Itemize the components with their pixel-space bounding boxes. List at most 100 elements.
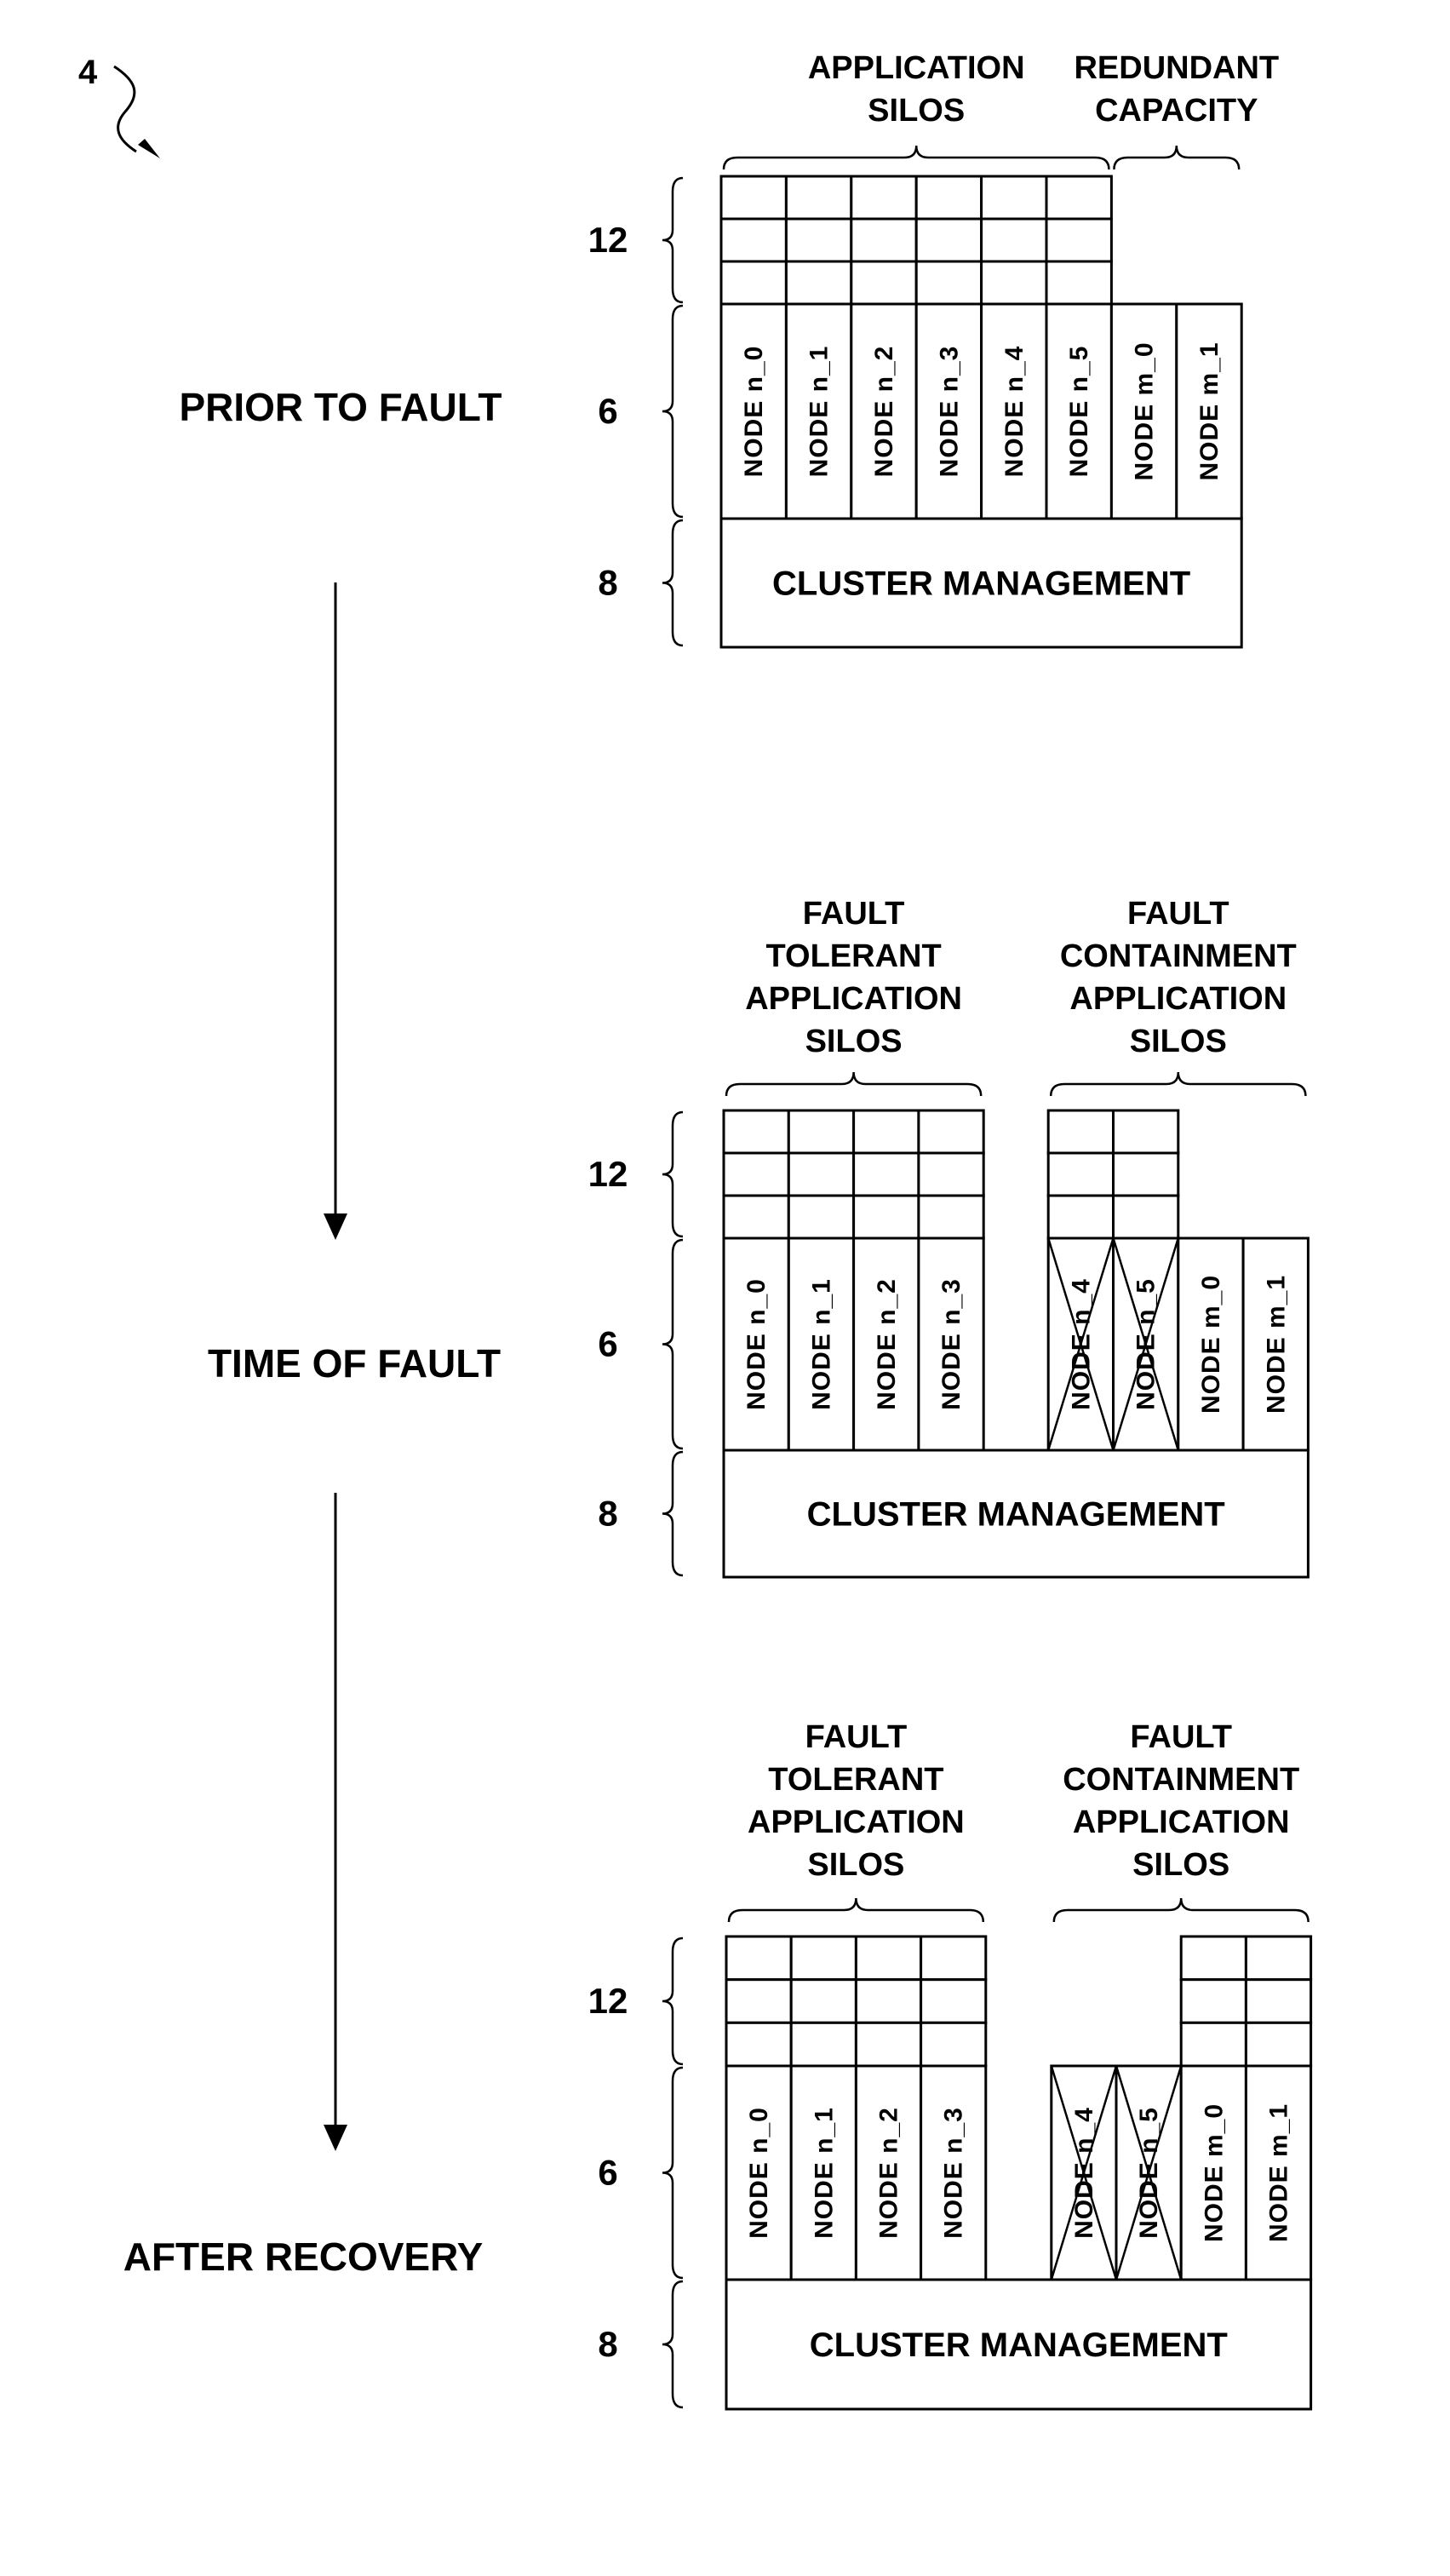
node-column: NODE m_1 — [1244, 1935, 1313, 2281]
node-layer-marker: 6 — [598, 304, 684, 519]
application-silo-cell — [784, 175, 853, 221]
application-silo-cell — [917, 1194, 985, 1240]
silo-group-label-line: APPLICATION — [748, 1804, 965, 1840]
application-silo-cell — [980, 175, 1048, 221]
layer-brace — [662, 176, 684, 304]
application-silo-cell — [914, 217, 983, 263]
node-column: NODE n_2 — [854, 1935, 923, 2281]
node-label: NODE n_2 — [875, 2107, 903, 2239]
application-silo-cell — [722, 1151, 790, 1197]
application-silo-cell — [1244, 1978, 1313, 2024]
stage-label: AFTER RECOVERY — [123, 2235, 484, 2279]
node-column: NODE n_4 — [1050, 2064, 1118, 2281]
timeline-arrow-2 — [324, 1493, 347, 2151]
application-silo-cell — [719, 260, 788, 306]
application-silo-cell — [852, 1194, 920, 1240]
cluster-layer-marker: 8 — [598, 2280, 684, 2409]
application-silo-cell — [980, 217, 1048, 263]
layer-number: 12 — [588, 220, 628, 260]
cluster-management-block: CLUSTER MANAGEMENT — [722, 1449, 1310, 1579]
layer-brace — [662, 304, 684, 519]
layer-number: 6 — [598, 2153, 617, 2193]
application-silo-cell — [1179, 1935, 1247, 1982]
application-silo-cell — [787, 1109, 856, 1155]
node-column: NODE n_3 — [914, 175, 983, 520]
layer-number: 12 — [588, 1154, 628, 1194]
node-label: NODE n_5 — [1065, 346, 1093, 478]
application-layer-marker: 12 — [588, 1936, 684, 2066]
node-column: NODE m_0 — [1179, 1935, 1247, 2281]
application-silo-cell — [1112, 1109, 1180, 1155]
reference-arrowhead — [138, 139, 160, 158]
cluster-layer-marker: 8 — [598, 1450, 684, 1577]
layer-brace — [662, 1238, 684, 1450]
reference-squiggle-arrow — [113, 65, 137, 153]
silo-group-label-line: SILOS — [1130, 1024, 1227, 1059]
silo-group-brace — [727, 1897, 985, 1923]
application-silo-cell — [725, 2021, 793, 2068]
node-column: NODE n_1 — [784, 175, 853, 520]
application-silo-cell — [914, 260, 983, 306]
node-label: NODE m_0 — [1131, 341, 1159, 480]
application-silo-cell — [1179, 1978, 1247, 2024]
application-silo-cell — [719, 175, 788, 221]
application-layer-marker: 12 — [588, 176, 684, 304]
application-silo-cell — [725, 1978, 793, 2024]
node-column: NODE n_2 — [852, 1109, 920, 1452]
node-label: NODE n_2 — [873, 1278, 901, 1410]
silo-group-label-line: TOLERANT — [768, 1762, 943, 1798]
application-silo-cell — [852, 1109, 920, 1155]
silo-group-brace — [1049, 1071, 1307, 1097]
silo-group-label-line: SILOS — [868, 93, 965, 129]
cluster-management-block: CLUSTER MANAGEMENT — [725, 2278, 1313, 2411]
node-label: NODE n_3 — [940, 2107, 968, 2239]
node-column: NODE m_1 — [1175, 302, 1243, 520]
node-column: NODE n_1 — [787, 1109, 856, 1452]
node-column: NODE n_3 — [917, 1109, 985, 1452]
layer-number: 8 — [598, 563, 617, 603]
silo-group-label-line: REDUNDANT — [1074, 50, 1279, 86]
application-layer-marker: 12 — [588, 1110, 684, 1238]
node-label: NODE n_0 — [740, 346, 768, 478]
silo-group-label-line: APPLICATION — [1073, 1804, 1290, 1840]
node-column: NODE m_0 — [1109, 302, 1178, 520]
application-silo-cell — [789, 1978, 857, 2024]
node-column: NODE n_5 — [1045, 175, 1113, 520]
application-silo-cell — [850, 217, 918, 263]
node-label: NODE n_0 — [742, 1278, 771, 1410]
layer-number: 12 — [588, 1981, 628, 2021]
application-silo-cell — [1046, 1109, 1115, 1155]
layer-brace — [662, 2066, 684, 2280]
application-silo-cell — [850, 175, 918, 221]
layer-number: 6 — [598, 1324, 617, 1364]
silo-group-label-line: CONTAINMENT — [1063, 1762, 1299, 1798]
application-silo-cell — [980, 260, 1048, 306]
silo-group-label-line: FAULT — [803, 896, 905, 932]
silo-group-brace — [1113, 145, 1241, 170]
application-silo-cell — [1112, 1194, 1180, 1240]
silo-group-label-line: CONTAINMENT — [1060, 938, 1297, 974]
application-silo-cell — [1045, 217, 1113, 263]
application-silo-cell — [784, 260, 853, 306]
silo-group-label-line: CAPACITY — [1095, 93, 1258, 129]
silo-group-label-line: SILOS — [807, 1847, 904, 1883]
layer-brace — [662, 519, 684, 647]
application-silo-cell — [1045, 175, 1113, 221]
application-silo-cell — [1046, 1151, 1115, 1197]
silo-group-label-line: SILOS — [1132, 1847, 1229, 1883]
silo-group-label-line: FAULT — [1127, 896, 1229, 932]
application-silo-cell — [1244, 2021, 1313, 2068]
cluster-management-label: CLUSTER MANAGEMENT — [807, 1496, 1225, 1534]
node-label: NODE m_1 — [1262, 1275, 1290, 1414]
application-silo-cell — [1046, 1194, 1115, 1240]
application-silo-cell — [1244, 1935, 1313, 1982]
silo-group-label-line: APPLICATION — [808, 50, 1025, 86]
node-column: NODE n_5 — [1112, 1109, 1180, 1452]
application-silo-cell — [854, 1978, 923, 2024]
application-silo-cell — [852, 1151, 920, 1197]
layer-brace — [662, 1450, 684, 1577]
application-silo-cell — [784, 217, 853, 263]
silo-group-header: REDUNDANT CAPACITY — [1074, 50, 1279, 170]
node-column: NODE n_0 — [719, 175, 788, 520]
node-label: NODE n_4 — [1000, 346, 1029, 478]
